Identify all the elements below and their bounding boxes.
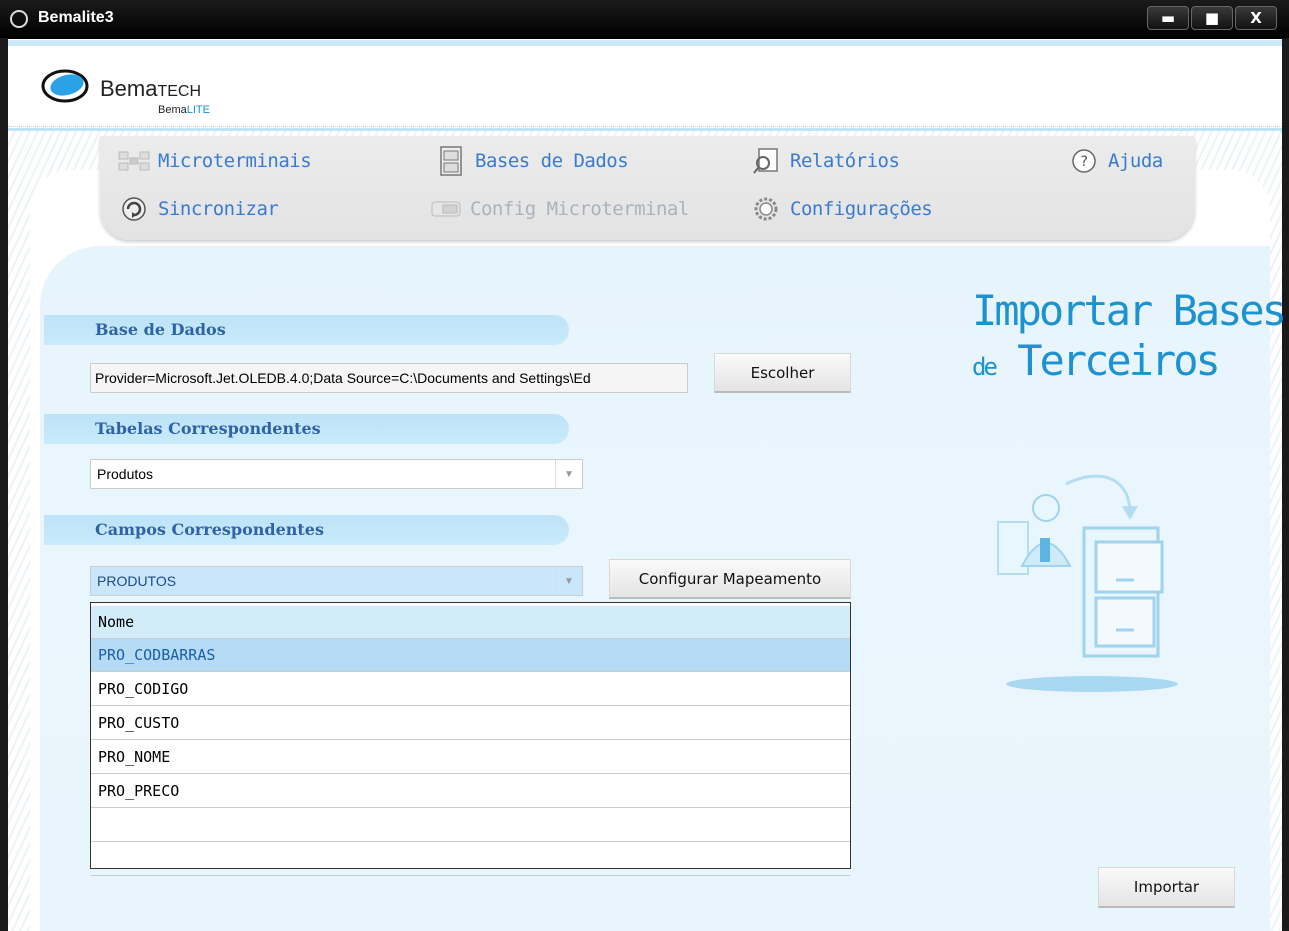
menu-microterminais-label: Microterminais (158, 150, 312, 172)
main-menu: Microterminais Bases de Dados Relatórios… (100, 136, 1195, 240)
help-icon: ? (1068, 148, 1100, 174)
table-row[interactable] (91, 809, 850, 842)
table-row[interactable]: PRO_CODIGO (91, 673, 850, 706)
gear-icon (750, 196, 782, 222)
import-illustration-icon (997, 474, 1178, 692)
menu-relatorios[interactable]: Relatórios (750, 148, 900, 174)
header-divider (8, 126, 1282, 127)
section-tabelas-label: Tabelas Correspondentes (95, 419, 321, 438)
page-title: Importar Bases de Terceiros (972, 286, 1287, 387)
chevron-down-icon[interactable]: ▼ (555, 460, 582, 488)
section-tabelas: Tabelas Correspondentes (44, 414, 569, 444)
page-title-de: de (972, 353, 998, 382)
section-campos-label: Campos Correspondentes (95, 520, 324, 539)
menu-sincronizar-label: Sincronizar (158, 198, 279, 220)
brand-name: BemaTECH (100, 76, 202, 101)
table-row[interactable]: PRO_PRECO (91, 775, 850, 808)
close-button[interactable]: X (1235, 6, 1277, 30)
row-name: PRO_CODBARRAS (98, 646, 216, 664)
import-button[interactable]: Importar (1098, 867, 1235, 908)
microterminal-device-icon (430, 196, 462, 222)
section-base-de-dados: Base de Dados (44, 315, 569, 345)
menu-sincronizar[interactable]: Sincronizar (118, 196, 279, 222)
fields-select[interactable]: PRODUTOS ▼ (90, 566, 583, 596)
header-underline (8, 128, 1282, 131)
table-row[interactable]: PRO_NOME (91, 741, 850, 774)
menu-microterminais[interactable]: Microterminais (118, 148, 312, 174)
page-title-line2: Terceiros (1017, 336, 1221, 386)
menu-ajuda[interactable]: ? Ajuda (1068, 148, 1163, 174)
window-frame-right (1282, 38, 1289, 931)
menu-ajuda-label: Ajuda (1108, 150, 1163, 172)
report-icon (750, 148, 782, 174)
minimize-button[interactable]: ▬ (1147, 6, 1189, 30)
configure-mapping-button[interactable]: Configurar Mapeamento (609, 559, 851, 599)
row-name: PRO_NOME (98, 748, 171, 766)
fields-select-value: PRODUTOS (97, 573, 177, 589)
title-bar: Bemalite3 ▬ ■ X (0, 0, 1289, 39)
tables-select-value: Produtos (97, 466, 154, 482)
sync-icon (118, 196, 150, 222)
page-title-line1: Importar Bases (972, 286, 1287, 335)
window-title: Bemalite3 (38, 9, 114, 26)
table-row[interactable] (91, 843, 850, 876)
fields-grid[interactable]: Nome PRO_CODBARRAS PRO_CODIGO PRO_CUSTO … (90, 602, 851, 876)
choose-button[interactable]: Escolher (714, 353, 851, 393)
table-row[interactable]: PRO_CUSTO (91, 707, 850, 740)
svg-text:?: ? (1081, 154, 1088, 170)
grid-header: Nome (91, 606, 850, 639)
menu-bases-de-dados[interactable]: Bases de Dados (435, 146, 629, 176)
bematech-logo-icon (41, 69, 89, 103)
menu-relatorios-label: Relatórios (790, 150, 900, 172)
row-name: PRO_PRECO (98, 782, 180, 800)
window-controls: ▬ ■ X (1145, 6, 1277, 30)
section-base-label: Base de Dados (95, 320, 226, 339)
microterminals-icon (118, 148, 150, 174)
menu-bases-label: Bases de Dados (475, 150, 629, 172)
section-campos: Campos Correspondentes (44, 515, 569, 545)
menu-configuracoes-label: Configurações (790, 198, 933, 220)
row-name: PRO_CUSTO (98, 714, 180, 732)
menu-config-micro-label: Config Microterminal (470, 198, 689, 220)
menu-configuracoes[interactable]: Configurações (750, 196, 933, 222)
row-name: PRO_CODIGO (98, 680, 189, 698)
window-frame-left (0, 38, 8, 931)
database-path-field[interactable]: Provider=Microsoft.Jet.OLEDB.4.0;Data So… (90, 363, 688, 393)
database-cabinet-icon (435, 146, 467, 176)
menu-config-microterminal[interactable]: Config Microterminal (430, 196, 689, 222)
grid-header-nome: Nome (98, 613, 135, 631)
header: BemaTECH BemaLITE (8, 46, 1282, 128)
brand-subtitle: BemaLITE (158, 104, 210, 116)
chevron-down-icon[interactable]: ▼ (555, 567, 582, 595)
maximize-button[interactable]: ■ (1191, 6, 1233, 30)
app-icon (10, 10, 28, 28)
table-row[interactable]: PRO_CODBARRAS (91, 639, 850, 672)
tables-select[interactable]: Produtos ▼ (90, 459, 583, 489)
